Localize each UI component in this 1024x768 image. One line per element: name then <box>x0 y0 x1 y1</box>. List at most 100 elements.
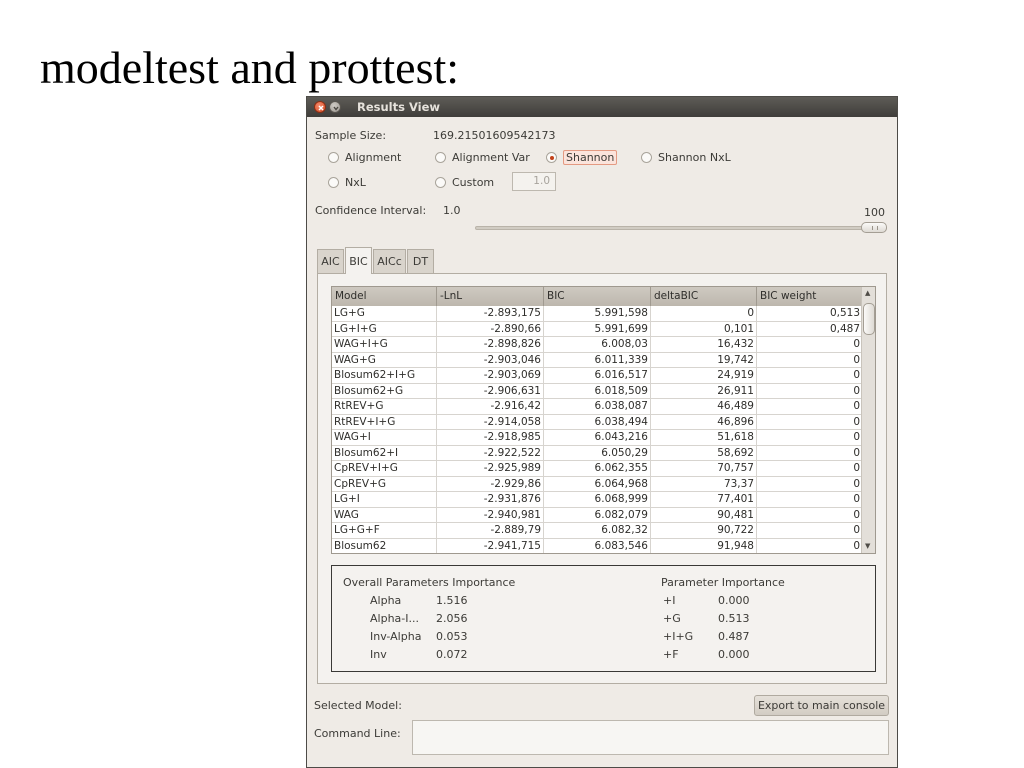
cell-bic: 6.043,216 <box>544 430 651 445</box>
selected-model-label: Selected Model: <box>314 699 402 712</box>
radio-label: Alignment Var <box>452 151 530 164</box>
cell-deltabic: 77,401 <box>651 492 757 507</box>
table-row[interactable]: RtREV+I+G -2.914,058 6.038,494 46,896 0 <box>332 414 863 430</box>
cell-model: Blosum62+I+G <box>332 368 437 383</box>
radio-alignment[interactable]: Alignment <box>328 151 401 164</box>
column-header-deltabic[interactable]: deltaBIC <box>651 287 757 306</box>
table-row[interactable]: CpREV+I+G -2.925,989 6.062,355 70,757 0 <box>332 461 863 477</box>
cell-bic: 5.991,598 <box>544 306 651 321</box>
tab-aic[interactable]: AIC <box>317 249 344 273</box>
table-row[interactable]: Blosum62+I -2.922,522 6.050,29 58,692 0 <box>332 445 863 461</box>
close-icon[interactable] <box>314 101 326 113</box>
radio-indicator[interactable] <box>435 177 446 188</box>
cell-bic-weight: 0,513 <box>757 306 863 321</box>
tab-bic[interactable]: BIC <box>345 247 372 274</box>
tab-dt[interactable]: DT <box>407 249 434 273</box>
arrow-down-icon[interactable]: ▼ <box>865 542 870 550</box>
table-row[interactable]: RtREV+G -2.916,42 6.038,087 46,489 0 <box>332 399 863 415</box>
table-row[interactable]: Blosum62+G -2.906,631 6.018,509 26,911 0 <box>332 383 863 399</box>
cell-model: WAG+I <box>332 430 437 445</box>
cell-lnl: -2.929,86 <box>437 476 544 491</box>
scrollbar-thumb[interactable] <box>863 303 875 335</box>
cell-lnl: -2.903,046 <box>437 352 544 367</box>
cell-deltabic: 0 <box>651 306 757 321</box>
radio-indicator[interactable] <box>435 152 446 163</box>
confidence-slider-thumb[interactable] <box>861 222 887 233</box>
column-header-bic-weight[interactable]: BIC weight <box>757 287 863 306</box>
table-row[interactable]: CpREV+G -2.929,86 6.064,968 73,37 0 <box>332 476 863 492</box>
radio-shannon-nxl[interactable]: Shannon NxL <box>641 151 731 164</box>
table-row[interactable]: WAG -2.940,981 6.082,079 90,481 0 <box>332 507 863 523</box>
radio-alignment-var[interactable]: Alignment Var <box>435 151 530 164</box>
column-header-bic[interactable]: BIC <box>544 287 651 306</box>
table-row[interactable]: Blosum62+I+G -2.903,069 6.016,517 24,919 0 <box>332 368 863 384</box>
cell-model: RtREV+I+G <box>332 414 437 429</box>
radio-label: Shannon NxL <box>658 151 731 164</box>
table-row[interactable]: WAG+I+G -2.898,826 6.008,03 16,432 0 <box>332 337 863 353</box>
confidence-slider-track[interactable] <box>475 226 887 230</box>
cell-lnl: -2.898,826 <box>437 337 544 352</box>
cell-bic: 6.038,087 <box>544 399 651 414</box>
radio-nxl[interactable]: NxL <box>328 176 366 189</box>
cell-deltabic: 24,919 <box>651 368 757 383</box>
cell-bic-weight: 0 <box>757 445 863 460</box>
cell-bic: 6.064,968 <box>544 476 651 491</box>
table-row[interactable]: LG+G+F -2.889,79 6.082,32 90,722 0 <box>332 523 863 539</box>
slide-title: modeltest and prottest: <box>40 42 460 93</box>
minimize-icon[interactable] <box>329 101 341 113</box>
column-header-lnl[interactable]: -LnL <box>437 287 544 306</box>
radio-indicator-selected[interactable] <box>546 152 557 163</box>
sample-size-label: Sample Size: <box>315 129 387 142</box>
radio-label: Alignment <box>345 151 402 164</box>
cell-bic: 6.018,509 <box>544 383 651 398</box>
overall-param-name: Inv <box>370 648 387 661</box>
param-name: +F <box>663 648 679 661</box>
radio-custom[interactable]: Custom <box>435 176 494 189</box>
arrow-up-icon[interactable]: ▲ <box>865 289 870 297</box>
cell-deltabic: 58,692 <box>651 445 757 460</box>
overall-param-name: Alpha-I... <box>370 612 419 625</box>
table-row[interactable]: WAG+I -2.918,985 6.043,216 51,618 0 <box>332 430 863 446</box>
window-title: Results View <box>357 100 441 114</box>
param-value: 0.000 <box>718 594 750 607</box>
table-row[interactable]: LG+I -2.931,876 6.068,999 77,401 0 <box>332 492 863 508</box>
cell-lnl: -2.889,79 <box>437 523 544 538</box>
cell-bic-weight: 0 <box>757 492 863 507</box>
column-header-model[interactable]: Model <box>332 287 437 306</box>
confidence-interval-value: 1.0 <box>443 204 461 217</box>
overall-param-value: 0.072 <box>436 648 468 661</box>
cell-lnl: -2.890,66 <box>437 321 544 336</box>
radio-indicator[interactable] <box>328 177 339 188</box>
cell-lnl: -2.918,985 <box>437 430 544 445</box>
cell-lnl: -2.940,981 <box>437 507 544 522</box>
table-row[interactable]: Blosum62 -2.941,715 6.083,546 91,948 0 <box>332 538 863 553</box>
cell-model: CpREV+G <box>332 476 437 491</box>
tab-aicc[interactable]: AICc <box>373 249 406 273</box>
cell-deltabic: 73,37 <box>651 476 757 491</box>
table-row[interactable]: LG+I+G -2.890,66 5.991,699 0,101 0,487 <box>332 321 863 337</box>
cell-bic: 6.083,546 <box>544 538 651 553</box>
cell-bic-weight: 0 <box>757 352 863 367</box>
custom-sample-size-input[interactable]: 1.0 <box>512 172 556 191</box>
sample-size-value: 169.21501609542173 <box>433 129 556 142</box>
cell-bic: 6.082,32 <box>544 523 651 538</box>
cell-lnl: -2.922,522 <box>437 445 544 460</box>
param-name: +I <box>663 594 676 607</box>
table-body: LG+G -2.893,175 5.991,598 0 0,513 LG+I+G -2.89… <box>332 306 863 553</box>
table-scrollbar[interactable]: ▲ ▼ <box>861 287 875 553</box>
cell-bic: 6.008,03 <box>544 337 651 352</box>
command-line-field[interactable] <box>412 720 889 755</box>
export-to-console-button[interactable]: Export to main console <box>754 695 889 716</box>
slider-max-label: 100 <box>864 206 885 219</box>
cell-bic-weight: 0,487 <box>757 321 863 336</box>
command-line-label: Command Line: <box>314 727 401 740</box>
radio-label: Shannon <box>563 150 618 165</box>
radio-shannon[interactable]: Shannon <box>546 150 618 165</box>
radio-indicator[interactable] <box>641 152 652 163</box>
cell-bic-weight: 0 <box>757 337 863 352</box>
cell-deltabic: 46,489 <box>651 399 757 414</box>
table-row[interactable]: LG+G -2.893,175 5.991,598 0 0,513 <box>332 306 863 322</box>
table-row[interactable]: WAG+G -2.903,046 6.011,339 19,742 0 <box>332 352 863 368</box>
radio-indicator[interactable] <box>328 152 339 163</box>
cell-model: LG+G+F <box>332 523 437 538</box>
